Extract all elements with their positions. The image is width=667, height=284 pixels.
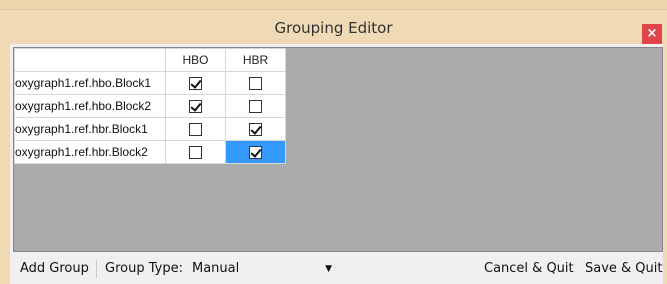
grid-cell[interactable]: [225, 117, 286, 141]
window-title: Grouping Editor: [274, 19, 393, 37]
checkbox[interactable]: [189, 100, 202, 114]
checkbox[interactable]: [249, 123, 262, 137]
table-row: oxygraph1.ref.hbr.Block2: [14, 140, 286, 164]
grid-cell[interactable]: [225, 71, 286, 95]
grid-cell[interactable]: [165, 94, 226, 118]
corner-header: [14, 48, 166, 72]
window-top-strip: [0, 0, 667, 10]
column-header-hbo[interactable]: HBO: [165, 48, 226, 72]
grid-cell[interactable]: [165, 71, 226, 95]
toolbar-separator: [96, 260, 97, 278]
grid-cell[interactable]: [225, 94, 286, 118]
table-row: oxygraph1.ref.hbo.Block2: [14, 94, 286, 118]
row-header[interactable]: oxygraph1.ref.hbr.Block1: [14, 117, 166, 141]
table-row: oxygraph1.ref.hbr.Block1: [14, 117, 286, 141]
add-group-button[interactable]: Add Group: [20, 261, 89, 276]
cancel-quit-button[interactable]: Cancel & Quit: [484, 261, 574, 276]
chevron-down-icon[interactable]: ▼: [325, 261, 332, 277]
row-header[interactable]: oxygraph1.ref.hbr.Block2: [14, 140, 166, 164]
checkbox[interactable]: [189, 146, 202, 160]
header-row: HBO HBR: [14, 48, 286, 72]
title-bar[interactable]: Grouping Editor ×: [0, 10, 667, 44]
grid-cell[interactable]: [165, 140, 226, 164]
save-quit-button[interactable]: Save & Quit: [585, 261, 663, 276]
row-header[interactable]: oxygraph1.ref.hbo.Block1: [14, 71, 166, 95]
checkbox[interactable]: [249, 77, 262, 91]
grid-cell[interactable]: [165, 117, 226, 141]
table-row: oxygraph1.ref.hbo.Block1: [14, 71, 286, 95]
grouping-editor-window: Grouping Editor × HBO HBR oxygraph1.ref.…: [0, 0, 667, 284]
grid-cell[interactable]: [225, 140, 286, 164]
checkbox[interactable]: [249, 100, 262, 114]
group-type-value: Manual: [192, 261, 240, 276]
grouping-grid[interactable]: HBO HBR oxygraph1.ref.hbo.Block1 oxygrap…: [13, 47, 663, 252]
column-header-hbr[interactable]: HBR: [225, 48, 286, 72]
checkbox[interactable]: [249, 146, 262, 160]
bottom-toolbar: Add Group Group Type: Manual ▼ Cancel & …: [10, 254, 663, 284]
group-type-dropdown[interactable]: Manual ▼: [192, 261, 332, 277]
checkbox[interactable]: [189, 77, 202, 91]
close-icon[interactable]: ×: [642, 24, 662, 44]
checkbox[interactable]: [189, 123, 202, 137]
grouping-table: HBO HBR oxygraph1.ref.hbo.Block1 oxygrap…: [14, 48, 286, 164]
row-header[interactable]: oxygraph1.ref.hbo.Block2: [14, 94, 166, 118]
group-type-label: Group Type:: [105, 261, 183, 276]
client-area: HBO HBR oxygraph1.ref.hbo.Block1 oxygrap…: [10, 44, 663, 284]
